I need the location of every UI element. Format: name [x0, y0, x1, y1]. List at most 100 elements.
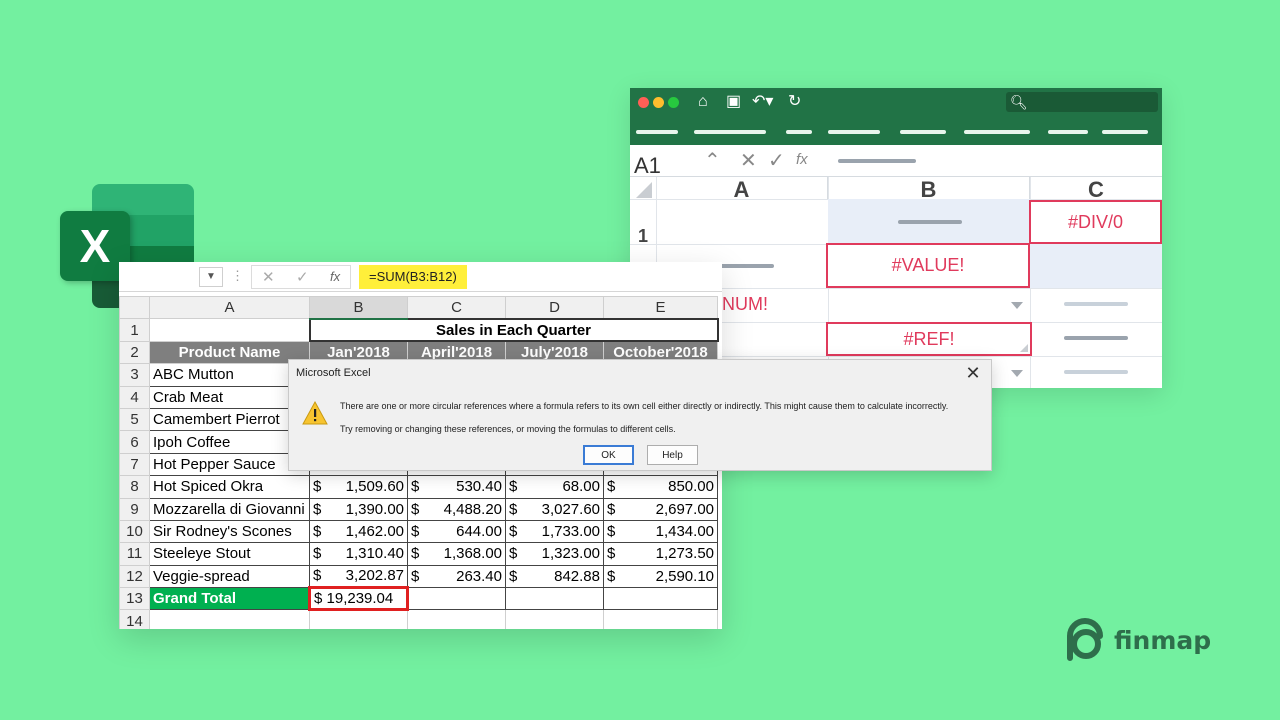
name-box[interactable]: A1: [634, 153, 661, 179]
sales-value-cell[interactable]: $850.00: [603, 475, 718, 499]
confirm-icon[interactable]: ✓: [296, 268, 309, 286]
error-div0-cell[interactable]: #DIV/0: [1029, 200, 1162, 244]
search-box[interactable]: 🔍︎: [1006, 92, 1158, 112]
product-name-cell[interactable]: ABC Mutton: [149, 363, 310, 387]
formula-input[interactable]: [838, 159, 916, 163]
ok-button[interactable]: OK: [583, 445, 634, 465]
sales-value-cell[interactable]: $1,273.50: [603, 542, 718, 566]
ribbon-tab[interactable]: [1102, 130, 1148, 134]
sales-value-cell[interactable]: $1,733.00: [505, 519, 604, 544]
save-icon[interactable]: ▣: [726, 93, 741, 111]
sales-value-cell[interactable]: $68.00: [505, 475, 604, 499]
product-name-cell[interactable]: Veggie-spread: [149, 564, 310, 589]
row-header[interactable]: 8: [119, 475, 150, 499]
select-all-corner[interactable]: [636, 182, 652, 198]
sales-value-cell[interactable]: $1,310.40: [309, 542, 408, 566]
ribbon-tab[interactable]: [636, 130, 678, 134]
sales-value-cell[interactable]: $1,434.00: [603, 519, 718, 544]
minimize-window-icon[interactable]: [653, 97, 664, 108]
name-box-dropdown[interactable]: ▼: [199, 267, 223, 287]
fill-handle[interactable]: [1020, 344, 1028, 352]
column-header-b[interactable]: B: [828, 177, 1030, 202]
product-name-cell[interactable]: Crab Meat: [149, 385, 310, 409]
product-name-cell[interactable]: Hot Pepper Sauce: [149, 452, 310, 477]
cancel-icon[interactable]: ✕: [262, 268, 275, 286]
sales-value-cell[interactable]: $1,323.00: [505, 542, 604, 566]
sales-value-cell[interactable]: $2,590.10: [603, 564, 718, 589]
cell[interactable]: [407, 587, 506, 611]
row-header[interactable]: 10: [119, 519, 150, 544]
row-header[interactable]: 3: [119, 363, 150, 387]
row-header[interactable]: 14: [119, 609, 150, 629]
fx-icon[interactable]: fx: [330, 269, 340, 284]
close-window-icon[interactable]: [638, 97, 649, 108]
undo-icon[interactable]: ↶▾: [752, 93, 773, 111]
row-header[interactable]: 7: [119, 452, 150, 477]
sales-value-cell[interactable]: $1,368.00: [407, 542, 506, 566]
row-header-1[interactable]: 1: [638, 226, 648, 247]
row-header[interactable]: 6: [119, 430, 150, 454]
more-options-icon[interactable]: ⋮: [231, 268, 244, 284]
error-ref-cell[interactable]: #REF!: [826, 322, 1032, 356]
cell[interactable]: [505, 609, 604, 629]
column-header-e[interactable]: E: [603, 295, 718, 320]
sales-value-cell[interactable]: $1,509.60: [309, 475, 408, 499]
close-icon[interactable]: ✕: [961, 362, 985, 384]
row-header[interactable]: 9: [119, 497, 150, 521]
chevron-down-icon[interactable]: [1011, 302, 1023, 309]
product-name-cell[interactable]: Mozzarella di Giovanni: [149, 497, 310, 521]
product-name-cell[interactable]: Ipoh Coffee: [149, 430, 310, 454]
column-header-b[interactable]: B: [309, 295, 408, 320]
grand-total-cell[interactable]: $ 19,239.04: [308, 586, 409, 612]
sales-value-cell[interactable]: $1,462.00: [309, 519, 408, 544]
confirm-icon[interactable]: ✓: [768, 148, 785, 173]
cell[interactable]: [309, 609, 408, 629]
product-name-cell[interactable]: Sir Rodney's Scones: [149, 519, 310, 544]
product-name-cell[interactable]: Camembert Pierrot: [149, 407, 310, 432]
cell-c2[interactable]: [1030, 244, 1162, 288]
sales-value-cell[interactable]: $644.00: [407, 519, 506, 544]
sales-value-cell[interactable]: $530.40: [407, 475, 506, 499]
cell[interactable]: [407, 609, 506, 629]
product-name-cell[interactable]: Steeleye Stout: [149, 542, 310, 566]
cell[interactable]: [603, 587, 718, 611]
column-header-d[interactable]: D: [505, 295, 604, 320]
column-header-a[interactable]: A: [149, 295, 310, 320]
cancel-icon[interactable]: ✕: [740, 148, 757, 173]
column-header-a[interactable]: A: [656, 177, 828, 202]
column-header-c[interactable]: C: [1030, 177, 1162, 202]
ribbon-tab[interactable]: [900, 130, 946, 134]
cell[interactable]: [505, 587, 604, 611]
chevron-down-icon[interactable]: [1011, 370, 1023, 377]
row-header[interactable]: 4: [119, 385, 150, 409]
table-title[interactable]: Sales in Each Quarter: [308, 317, 719, 343]
row-header[interactable]: 2: [119, 340, 150, 365]
maximize-window-icon[interactable]: [668, 97, 679, 108]
ribbon-tab[interactable]: [1048, 130, 1088, 134]
sales-value-cell[interactable]: $3,027.60: [505, 497, 604, 521]
sales-value-cell[interactable]: $3,202.87: [309, 564, 408, 589]
sales-value-cell[interactable]: $263.40: [407, 564, 506, 589]
row-header[interactable]: 11: [119, 542, 150, 566]
grand-total-label[interactable]: Grand Total: [149, 587, 310, 611]
select-all-corner[interactable]: [119, 295, 150, 320]
sales-value-cell[interactable]: $2,697.00: [603, 497, 718, 521]
help-button[interactable]: Help: [647, 445, 698, 465]
row-header[interactable]: 13: [119, 587, 150, 611]
row-header[interactable]: 12: [119, 564, 150, 589]
error-num-cell[interactable]: NUM!: [722, 294, 768, 315]
formula-input[interactable]: =SUM(B3:B12): [359, 265, 467, 289]
ribbon-tab[interactable]: [964, 130, 1030, 134]
row-header[interactable]: 1: [119, 318, 150, 342]
sales-value-cell[interactable]: $842.88: [505, 564, 604, 589]
row-header[interactable]: 5: [119, 407, 150, 432]
cell[interactable]: [603, 609, 718, 629]
error-value-cell[interactable]: #VALUE!: [826, 243, 1030, 288]
redo-icon[interactable]: ↻: [788, 93, 801, 111]
ribbon-tab[interactable]: [786, 130, 812, 134]
product-name-cell[interactable]: Hot Spiced Okra: [149, 475, 310, 499]
sales-value-cell[interactable]: $1,390.00: [309, 497, 408, 521]
home-icon[interactable]: ⌂: [698, 93, 708, 111]
fx-icon[interactable]: fx: [796, 151, 808, 168]
sales-value-cell[interactable]: $4,488.20: [407, 497, 506, 521]
